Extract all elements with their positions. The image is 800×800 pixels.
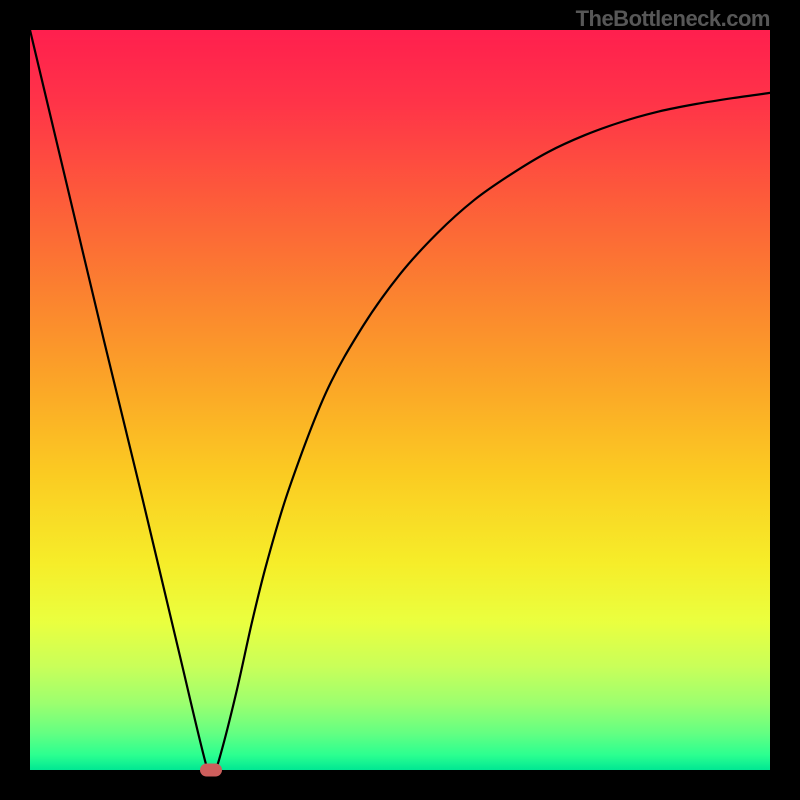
watermark-text: TheBottleneck.com bbox=[576, 6, 770, 32]
optimal-point-marker bbox=[200, 764, 222, 777]
bottleneck-curve bbox=[30, 30, 770, 770]
chart-frame bbox=[30, 30, 770, 770]
